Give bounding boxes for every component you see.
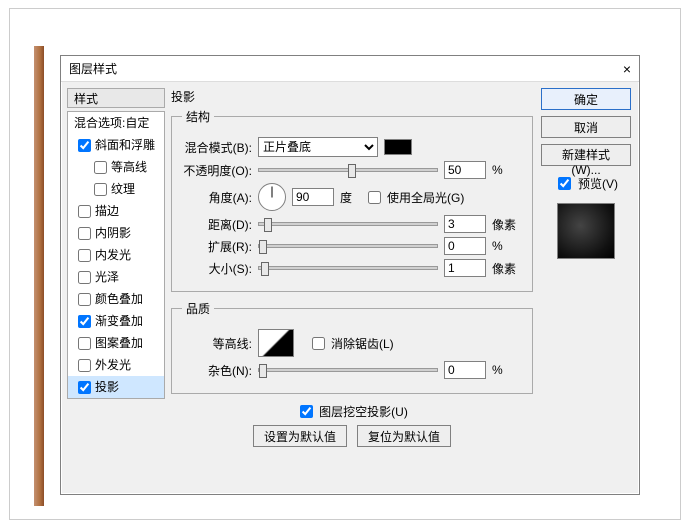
style-item-checkbox[interactable]: [78, 271, 91, 284]
global-light-checkbox[interactable]: 使用全局光(G): [364, 188, 464, 207]
shadow-color-swatch[interactable]: [384, 139, 412, 155]
actions-column: 确定 取消 新建样式(W)... 预览(V): [539, 82, 639, 494]
reset-default-button[interactable]: 复位为默认值: [357, 425, 451, 447]
preview-checkbox[interactable]: 预览(V): [541, 174, 631, 193]
quality-fieldset: 品质 等高线: 消除锯齿(L) 杂色(N): %: [171, 300, 533, 394]
noise-label: 杂色(N):: [182, 362, 252, 379]
opacity-unit: %: [492, 163, 522, 177]
style-item-label: 投影: [95, 380, 119, 394]
style-item[interactable]: 等高线: [68, 156, 164, 178]
preview-swatch: [557, 203, 615, 259]
size-input[interactable]: [444, 259, 486, 277]
layer-style-dialog: 图层样式 × 样式 混合选项:自定 斜面和浮雕等高线纹理描边内阴影内发光光泽颜色…: [60, 55, 640, 495]
spread-label: 扩展(R):: [182, 238, 252, 255]
noise-slider[interactable]: [258, 368, 438, 372]
opacity-label: 不透明度(O):: [182, 162, 252, 179]
style-item-checkbox[interactable]: [78, 227, 91, 240]
cancel-button[interactable]: 取消: [541, 116, 631, 138]
style-item-checkbox[interactable]: [78, 205, 91, 218]
noise-input[interactable]: [444, 361, 486, 379]
size-slider[interactable]: [258, 266, 438, 270]
style-item-label: 描边: [95, 204, 119, 218]
style-item-label: 光泽: [95, 270, 119, 284]
styles-header: 样式: [67, 88, 165, 108]
antialias-label: 消除锯齿(L): [331, 335, 394, 352]
style-item-label: 外发光: [95, 358, 131, 372]
contour-label: 等高线:: [182, 335, 252, 352]
close-icon[interactable]: ×: [623, 56, 631, 82]
style-item[interactable]: 图案叠加: [68, 332, 164, 354]
set-default-button[interactable]: 设置为默认值: [253, 425, 347, 447]
styles-list: 混合选项:自定 斜面和浮雕等高线纹理描边内阴影内发光光泽颜色叠加渐变叠加图案叠加…: [67, 111, 165, 399]
ok-button[interactable]: 确定: [541, 88, 631, 110]
style-item[interactable]: 斜面和浮雕: [68, 134, 164, 156]
styles-column: 样式 混合选项:自定 斜面和浮雕等高线纹理描边内阴影内发光光泽颜色叠加渐变叠加图…: [61, 82, 169, 494]
style-item[interactable]: 内阴影: [68, 222, 164, 244]
angle-unit: 度: [340, 189, 352, 206]
blend-options-label: 混合选项:自定: [74, 116, 149, 130]
style-item-label: 等高线: [111, 160, 147, 174]
style-item[interactable]: 投影: [68, 376, 164, 398]
style-item[interactable]: 颜色叠加: [68, 288, 164, 310]
angle-dial[interactable]: [258, 183, 286, 211]
global-light-label: 使用全局光(G): [387, 189, 464, 206]
distance-slider[interactable]: [258, 222, 438, 226]
dialog-titlebar: 图层样式 ×: [61, 56, 639, 82]
style-item-label: 内发光: [95, 248, 131, 262]
style-item-label: 颜色叠加: [95, 292, 143, 306]
spread-input[interactable]: [444, 237, 486, 255]
dialog-title: 图层样式: [69, 56, 117, 82]
size-label: 大小(S):: [182, 260, 252, 277]
style-item-checkbox[interactable]: [78, 249, 91, 262]
knockout-checkbox[interactable]: 图层挖空投影(U): [296, 402, 408, 421]
distance-input[interactable]: [444, 215, 486, 233]
style-item-label: 斜面和浮雕: [95, 138, 155, 152]
style-item-checkbox[interactable]: [78, 315, 91, 328]
structure-fieldset: 结构 混合模式(B): 正片叠底 不透明度(O): %: [171, 108, 533, 292]
style-item[interactable]: 纹理: [68, 178, 164, 200]
spread-slider[interactable]: [258, 244, 438, 248]
size-unit: 像素: [492, 260, 522, 277]
style-item[interactable]: 渐变叠加: [68, 310, 164, 332]
distance-unit: 像素: [492, 216, 522, 233]
contour-picker[interactable]: [258, 329, 294, 357]
style-item-checkbox[interactable]: [94, 183, 107, 196]
style-item-checkbox[interactable]: [78, 359, 91, 372]
quality-legend: 品质: [182, 300, 214, 317]
new-style-button[interactable]: 新建样式(W)...: [541, 144, 631, 166]
style-item-label: 纹理: [111, 182, 135, 196]
style-item-checkbox[interactable]: [94, 161, 107, 174]
structure-legend: 结构: [182, 108, 214, 125]
blend-options-row[interactable]: 混合选项:自定: [68, 112, 164, 134]
blend-mode-label: 混合模式(B):: [182, 139, 252, 156]
preview-label: 预览(V): [578, 175, 618, 192]
style-item[interactable]: 内发光: [68, 244, 164, 266]
style-item-checkbox[interactable]: [78, 337, 91, 350]
style-item-label: 渐变叠加: [95, 314, 143, 328]
antialias-checkbox[interactable]: 消除锯齿(L): [308, 334, 394, 353]
angle-input[interactable]: [292, 188, 334, 206]
style-item[interactable]: 外发光: [68, 354, 164, 376]
options-panel: 投影 结构 混合模式(B): 正片叠底 不透明度(O): %: [169, 82, 539, 494]
style-item-label: 图案叠加: [95, 336, 143, 350]
knockout-label: 图层挖空投影(U): [319, 403, 408, 420]
style-item-label: 内阴影: [95, 226, 131, 240]
style-item[interactable]: 光泽: [68, 266, 164, 288]
blend-mode-select[interactable]: 正片叠底: [258, 137, 378, 157]
noise-unit: %: [492, 363, 522, 377]
style-item-checkbox[interactable]: [78, 293, 91, 306]
style-item[interactable]: 描边: [68, 200, 164, 222]
angle-label: 角度(A):: [182, 189, 252, 206]
opacity-slider[interactable]: [258, 168, 438, 172]
panel-title: 投影: [171, 88, 533, 106]
opacity-input[interactable]: [444, 161, 486, 179]
style-item-checkbox[interactable]: [78, 139, 91, 152]
style-item-checkbox[interactable]: [78, 381, 91, 394]
spread-unit: %: [492, 239, 522, 253]
background-photo-edge: [34, 46, 44, 506]
distance-label: 距离(D):: [182, 216, 252, 233]
